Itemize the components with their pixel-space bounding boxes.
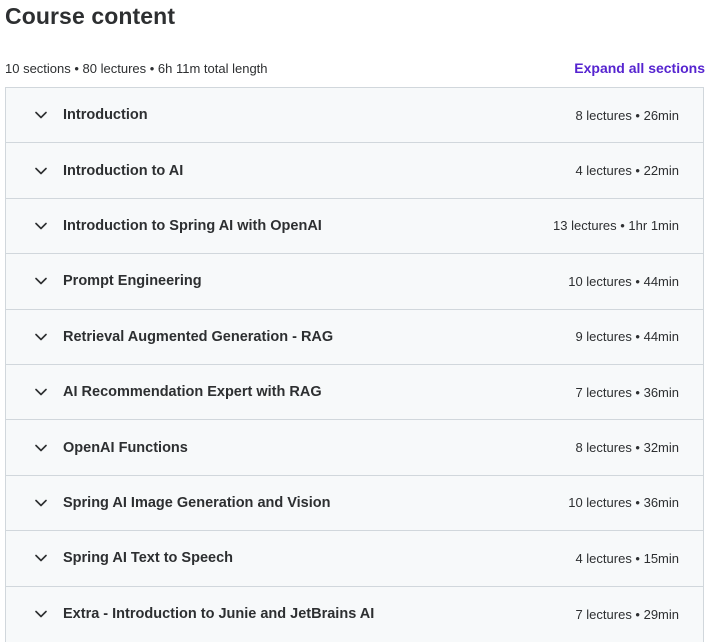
chevron-down-icon — [33, 273, 49, 289]
section-title: OpenAI Functions — [63, 439, 188, 456]
section-info: 7 lectures • 36min — [575, 384, 679, 400]
chevron-down-icon — [33, 107, 49, 123]
section-row[interactable]: Retrieval Augmented Generation - RAG 9 l… — [6, 309, 703, 365]
course-content-panel: Course content 10 sections • 80 lectures… — [0, 0, 705, 642]
section-row[interactable]: Introduction to AI 4 lectures • 22min — [6, 143, 703, 199]
section-row[interactable]: Spring AI Image Generation and Vision 10… — [6, 475, 703, 532]
chevron-down-icon — [33, 163, 49, 179]
chevron-down-icon — [33, 495, 49, 511]
chevron-down-icon — [33, 440, 49, 456]
section-row[interactable]: Introduction to Spring AI with OpenAI 13… — [6, 198, 703, 255]
section-title: Introduction to Spring AI with OpenAI — [63, 217, 322, 234]
section-title: Retrieval Augmented Generation - RAG — [63, 328, 334, 345]
chevron-down-icon — [33, 218, 49, 234]
section-title: Extra - Introduction to Junie and JetBra… — [63, 606, 375, 623]
section-title: Spring AI Image Generation and Vision — [63, 494, 331, 511]
section-info: 8 lectures • 26min — [575, 107, 679, 123]
section-info: 13 lectures • 1hr 1min — [553, 218, 679, 234]
section-info: 7 lectures • 29min — [575, 606, 679, 622]
section-title: AI Recommendation Expert with RAG — [63, 384, 322, 401]
sections-accordion: Introduction 8 lectures • 26min Introduc… — [5, 87, 704, 642]
section-row[interactable]: Extra - Introduction to Junie and JetBra… — [6, 586, 703, 642]
section-row[interactable]: AI Recommendation Expert with RAG 7 lect… — [6, 364, 703, 421]
expand-all-sections-button[interactable]: Expand all sections — [574, 60, 705, 76]
section-title: Prompt Engineering — [63, 273, 202, 290]
section-info: 8 lectures • 32min — [575, 440, 679, 456]
chevron-down-icon — [33, 329, 49, 345]
section-title: Spring AI Text to Speech — [63, 550, 233, 567]
section-title: Introduction — [63, 107, 148, 124]
section-row[interactable]: Prompt Engineering 10 lectures • 44min — [6, 254, 703, 310]
chevron-down-icon — [33, 384, 49, 400]
section-info: 10 lectures • 44min — [568, 273, 679, 289]
section-info: 4 lectures • 15min — [575, 550, 679, 566]
section-row[interactable]: OpenAI Functions 8 lectures • 32min — [6, 420, 703, 476]
chevron-down-icon — [33, 550, 49, 566]
section-row[interactable]: Spring AI Text to Speech 4 lectures • 15… — [6, 531, 703, 587]
section-info: 4 lectures • 22min — [575, 163, 679, 179]
section-row[interactable]: Introduction 8 lectures • 26min — [6, 88, 703, 144]
page-title: Course content — [5, 3, 176, 29]
course-meta-row: 10 sections • 80 lectures • 6h 11m total… — [5, 58, 705, 78]
section-info: 9 lectures • 44min — [575, 329, 679, 345]
section-title: Introduction to AI — [63, 162, 184, 179]
chevron-down-icon — [33, 606, 49, 622]
course-summary: 10 sections • 80 lectures • 6h 11m total… — [5, 60, 268, 76]
section-info: 10 lectures • 36min — [568, 495, 679, 511]
